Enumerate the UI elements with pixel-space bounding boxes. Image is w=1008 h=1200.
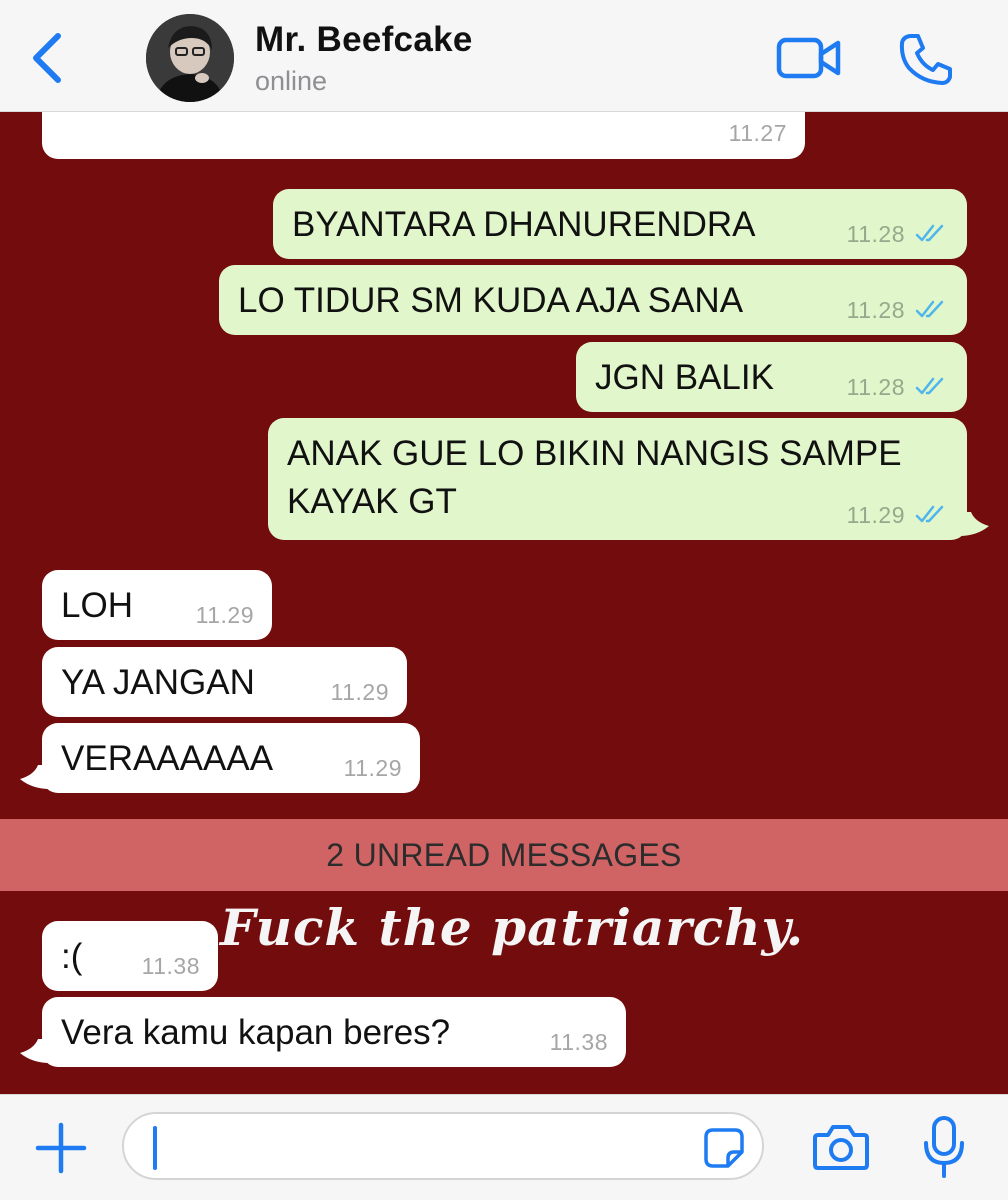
message-bubble-incoming[interactable]: LOH 11.29 xyxy=(42,570,272,640)
message-time: 11.29 xyxy=(846,502,905,528)
message-time: 11.38 xyxy=(141,953,200,979)
message-text-line-1: ANAK GUE LO BIKIN NANGIS SAMPE xyxy=(287,434,902,473)
message-input[interactable] xyxy=(154,1124,694,1170)
message-list[interactable]: 11.27 BYANTARA DHANURENDRA 11.28 LO TIDU… xyxy=(0,112,1008,1094)
read-receipt-icon xyxy=(915,224,944,242)
video-call-button[interactable] xyxy=(775,34,843,84)
message-text: LOH xyxy=(61,586,133,625)
message-input-field[interactable] xyxy=(122,1112,764,1180)
plus-icon xyxy=(35,1122,87,1174)
message-bubble-outgoing[interactable]: ANAK GUE LO BIKIN NANGIS SAMPE KAYAK GT … xyxy=(268,418,989,540)
chat-header: Mr. Beefcake online xyxy=(0,0,1008,112)
back-button[interactable] xyxy=(26,30,70,86)
text-cursor xyxy=(153,1126,157,1170)
message-text: VERAAAAAA xyxy=(61,739,274,778)
camera-icon xyxy=(813,1125,869,1170)
read-receipt-icon xyxy=(915,505,944,523)
message-bubble-incoming[interactable]: 11.27 xyxy=(42,112,805,159)
microphone-button[interactable] xyxy=(922,1115,966,1179)
message-bubble-outgoing[interactable]: JGN BALIK 11.28 xyxy=(576,342,967,412)
sticker-button[interactable] xyxy=(704,1128,744,1168)
message-bubble-outgoing[interactable]: LO TIDUR SM KUDA AJA SANA 11.28 xyxy=(219,265,967,335)
voice-call-button[interactable] xyxy=(898,32,954,86)
message-time: 11.38 xyxy=(549,1029,608,1055)
read-receipt-icon xyxy=(915,377,944,395)
message-text: LO TIDUR SM KUDA AJA SANA xyxy=(238,281,744,320)
message-time: 11.29 xyxy=(330,679,389,705)
camera-button[interactable] xyxy=(812,1123,870,1171)
message-bubble-outgoing[interactable]: BYANTARA DHANURENDRA 11.28 xyxy=(273,189,967,259)
message-text: :( xyxy=(61,937,83,976)
message-time: 11.29 xyxy=(195,602,254,628)
sticker-icon xyxy=(704,1128,744,1168)
message-time: 11.29 xyxy=(343,755,402,781)
chevron-left-icon xyxy=(33,33,61,83)
microphone-icon xyxy=(924,1116,964,1178)
unread-messages-divider: 2 UNREAD MESSAGES xyxy=(0,819,1008,891)
contact-name[interactable]: Mr. Beefcake xyxy=(255,20,473,60)
message-bubble-incoming[interactable]: :( 11.38 xyxy=(42,921,218,991)
message-composer xyxy=(0,1094,1008,1200)
phone-icon xyxy=(899,34,952,85)
video-camera-icon xyxy=(776,37,841,79)
message-time: 11.28 xyxy=(846,297,905,323)
message-time: 11.28 xyxy=(846,221,905,247)
message-time: 11.27 xyxy=(728,120,787,146)
message-text: BYANTARA DHANURENDRA xyxy=(292,205,756,244)
message-text: JGN BALIK xyxy=(595,358,774,397)
message-bubble-incoming[interactable]: VERAAAAAA 11.29 xyxy=(20,723,420,793)
message-text: YA JANGAN xyxy=(61,663,255,702)
wallpaper-text: Fuck the patriarchy. xyxy=(220,898,805,957)
attach-button[interactable] xyxy=(34,1121,88,1175)
message-text: Vera kamu kapan beres? xyxy=(61,1013,451,1052)
message-bubble-incoming[interactable]: YA JANGAN 11.29 xyxy=(42,647,407,717)
avatar-photo xyxy=(146,14,234,102)
message-text-line-2: KAYAK GT xyxy=(287,482,457,521)
bubble-tail xyxy=(959,512,989,536)
bubble-tail xyxy=(20,765,50,789)
message-bubble-incoming[interactable]: Vera kamu kapan beres? 11.38 xyxy=(20,997,626,1067)
read-receipt-icon xyxy=(915,300,944,318)
contact-status: online xyxy=(255,66,328,96)
avatar[interactable] xyxy=(146,14,234,102)
message-time: 11.28 xyxy=(846,374,905,400)
unread-messages-label: 2 UNREAD MESSAGES xyxy=(326,837,682,873)
bubble-tail xyxy=(20,1039,50,1063)
